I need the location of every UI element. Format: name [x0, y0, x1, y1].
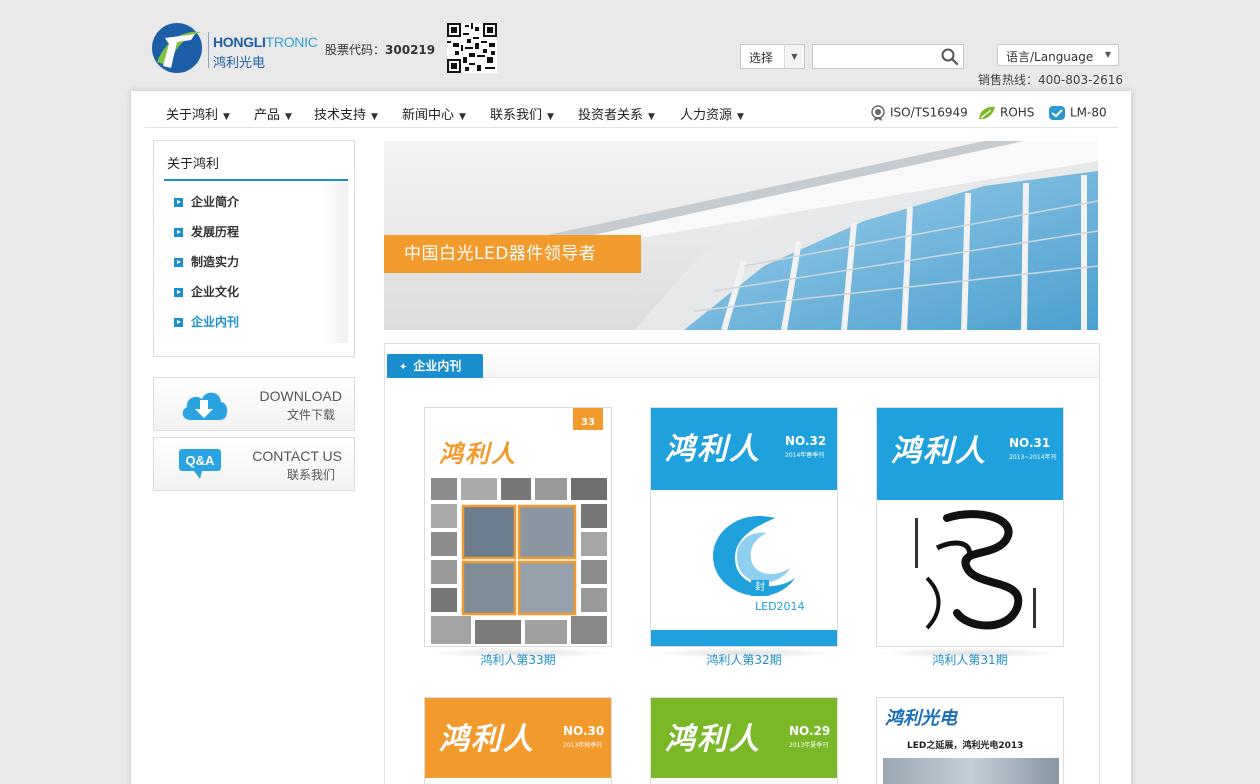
cover-title: 鸿利人 — [665, 722, 761, 757]
magazine-cover-33[interactable]: 33 鸿利人 — [424, 407, 612, 647]
cover-event-text: LED2014 — [755, 600, 805, 613]
stock-code: 股票代码：300219 — [325, 43, 436, 57]
issue-subtitle: 2013~2014年刊 — [1009, 454, 1057, 461]
nav-item-tech-support[interactable]: 技术支持 ▼ — [314, 104, 378, 123]
cloud-download-icon — [182, 392, 228, 420]
sidebar-title: 关于鸿利 — [167, 157, 220, 172]
language-label: 语言/Language — [1006, 50, 1094, 64]
issue-subtitle: 2013年夏季刊 — [789, 742, 829, 749]
caret-down-icon: ▼ — [737, 112, 744, 122]
download-label-en: DOWNLOAD — [259, 388, 342, 404]
logo-divider — [208, 32, 209, 68]
banner-slogan: 中国白光LED器件领导者 — [384, 235, 641, 273]
issue-number: NO.29 — [789, 724, 831, 738]
qr-code-icon — [447, 23, 497, 73]
cover-footer-band — [651, 630, 837, 646]
site-select-dropdown[interactable]: 选择 ▼ — [740, 44, 805, 69]
plus-icon: ✦ — [399, 362, 408, 373]
chevron-down-icon: ▼ — [1104, 50, 1112, 59]
contact-label-en: CONTACT US — [252, 448, 342, 464]
caret-down-icon: ▼ — [371, 112, 378, 122]
cover-title: 鸿利人 — [891, 434, 987, 469]
issue-subtitle: 2013年秋季刊 — [563, 742, 603, 749]
caret-down-icon: ▼ — [648, 112, 655, 122]
svg-text:Q&A: Q&A — [186, 453, 216, 468]
magazine-caption-33[interactable]: 鸿利人第33期 — [424, 651, 612, 668]
download-button[interactable]: DOWNLOAD 文件下载 — [153, 377, 355, 431]
cert-lm80[interactable]: LM-80 — [1048, 105, 1107, 121]
contact-label-cn: 联系我们 — [286, 468, 335, 482]
nav-item-news[interactable]: 新闻中心 ▼ — [402, 104, 466, 123]
swirl-graphic — [713, 516, 795, 597]
issue-number: NO.31 — [1009, 436, 1051, 450]
sidebar-item-culture[interactable]: 企业文化 — [174, 283, 239, 300]
magazine-cover-30[interactable]: 鸿利人 NO.30 2013年秋季刊 — [424, 697, 612, 784]
cover-photo — [883, 758, 1059, 784]
site-logo[interactable]: HONGLITRONIC 鸿利光电 — [151, 22, 318, 76]
sidebar-item-manufacturing[interactable]: 制造实力 — [174, 253, 239, 270]
issue-badge: 33 — [573, 408, 603, 430]
magazine-cover-31[interactable]: 鸿利人 NO.31 2013~2014年刊 — [876, 407, 1064, 647]
magazine-cover-news[interactable]: 鸿利光电 LED之延展，鸿利光电2013 — [876, 697, 1064, 784]
caret-down-icon: ▼ — [547, 112, 554, 122]
arrow-bullet-icon — [174, 258, 183, 267]
sales-hotline: 销售热线：400-803-2616 — [978, 73, 1124, 87]
issue-subtitle: 2014年春季刊 — [785, 452, 825, 459]
cover-headline: LED之延展，鸿利光电2013 — [907, 741, 1024, 751]
sidebar-item-journal[interactable]: 企业内刊 — [174, 313, 239, 330]
nav-item-investors[interactable]: 投资者关系 ▼ — [578, 104, 655, 123]
cover-seal: 封 — [751, 580, 769, 596]
caret-down-icon: ▼ — [285, 112, 292, 122]
arrow-bullet-icon — [174, 318, 183, 327]
cover-title: 鸿利人 — [439, 439, 517, 468]
hero-banner: 中国白光LED器件领导者 — [384, 141, 1098, 330]
nav-item-contact[interactable]: 联系我们 ▼ — [490, 104, 554, 123]
calligraphy-horse-graphic — [915, 510, 1036, 630]
badge-icon — [1049, 106, 1065, 120]
sidebar-menu: 关于鸿利 企业简介 发展历程 制造实力 企业文化 企业内刊 — [153, 140, 355, 357]
search-icon[interactable] — [940, 47, 960, 67]
tab-journal[interactable]: ✦ 企业内刊 — [387, 354, 483, 378]
magazine-cover-29[interactable]: 鸿利人 NO.29 2013年夏季刊 — [650, 697, 838, 784]
arrow-bullet-icon — [174, 288, 183, 297]
chevron-down-icon: ▼ — [784, 45, 804, 68]
logo-chinese: 鸿利光电 — [213, 56, 266, 71]
cover-title: 鸿利光电 — [885, 708, 957, 729]
select-label: 选择 — [749, 51, 774, 65]
sidebar-item-profile[interactable]: 企业简介 — [174, 193, 239, 210]
magazine-cover-32[interactable]: 鸿利人 NO.32 2014年春季刊 封 LED2014 — [650, 407, 838, 647]
main-nav: 关于鸿利 ▼ 产品 ▼ 技术支持 ▼ 新闻中心 ▼ 联系我们 ▼ 投资者关系 ▼ 人力资源 ▼… — [145, 96, 1118, 128]
arrow-bullet-icon — [174, 228, 183, 237]
site-header: HONGLITRONIC 鸿利光电 股票代码：300219 选择 ▼ 语言/La… — [0, 0, 1260, 90]
nav-item-products[interactable]: 产品 ▼ — [254, 104, 292, 123]
language-dropdown[interactable]: 语言/Language ▼ — [997, 44, 1119, 66]
cert-iso[interactable]: ISO/TS16949 — [870, 105, 968, 121]
journal-panel-header: ✦ 企业内刊 — [385, 344, 1099, 378]
photo-collage — [431, 478, 607, 644]
magazine-caption-32[interactable]: 鸿利人第32期 — [650, 651, 838, 668]
arrow-bullet-icon — [174, 198, 183, 207]
leaf-icon — [979, 106, 995, 120]
logo-english: HONGLITRONIC — [213, 34, 318, 50]
hongli-logo-icon — [152, 23, 202, 73]
download-label-cn: 文件下载 — [286, 408, 335, 422]
cover-title: 鸿利人 — [439, 722, 535, 757]
magazine-caption-31[interactable]: 鸿利人第31期 — [876, 651, 1064, 668]
cert-rohs[interactable]: ROHS — [978, 105, 1034, 121]
nav-item-about[interactable]: 关于鸿利 ▼ — [166, 104, 230, 123]
issue-number: NO.32 — [785, 434, 827, 448]
nav-item-hr[interactable]: 人力资源 ▼ — [680, 104, 744, 123]
caret-down-icon: ▼ — [223, 112, 230, 122]
issue-number: NO.30 — [563, 724, 605, 738]
qa-bubble-icon: Q&A — [179, 449, 221, 479]
caret-down-icon: ▼ — [459, 112, 466, 122]
contact-us-button[interactable]: Q&A CONTACT US 联系我们 — [153, 437, 355, 491]
cover-title: 鸿利人 — [665, 432, 761, 467]
sidebar-item-history[interactable]: 发展历程 — [174, 223, 239, 240]
certificate-icon — [871, 105, 885, 121]
